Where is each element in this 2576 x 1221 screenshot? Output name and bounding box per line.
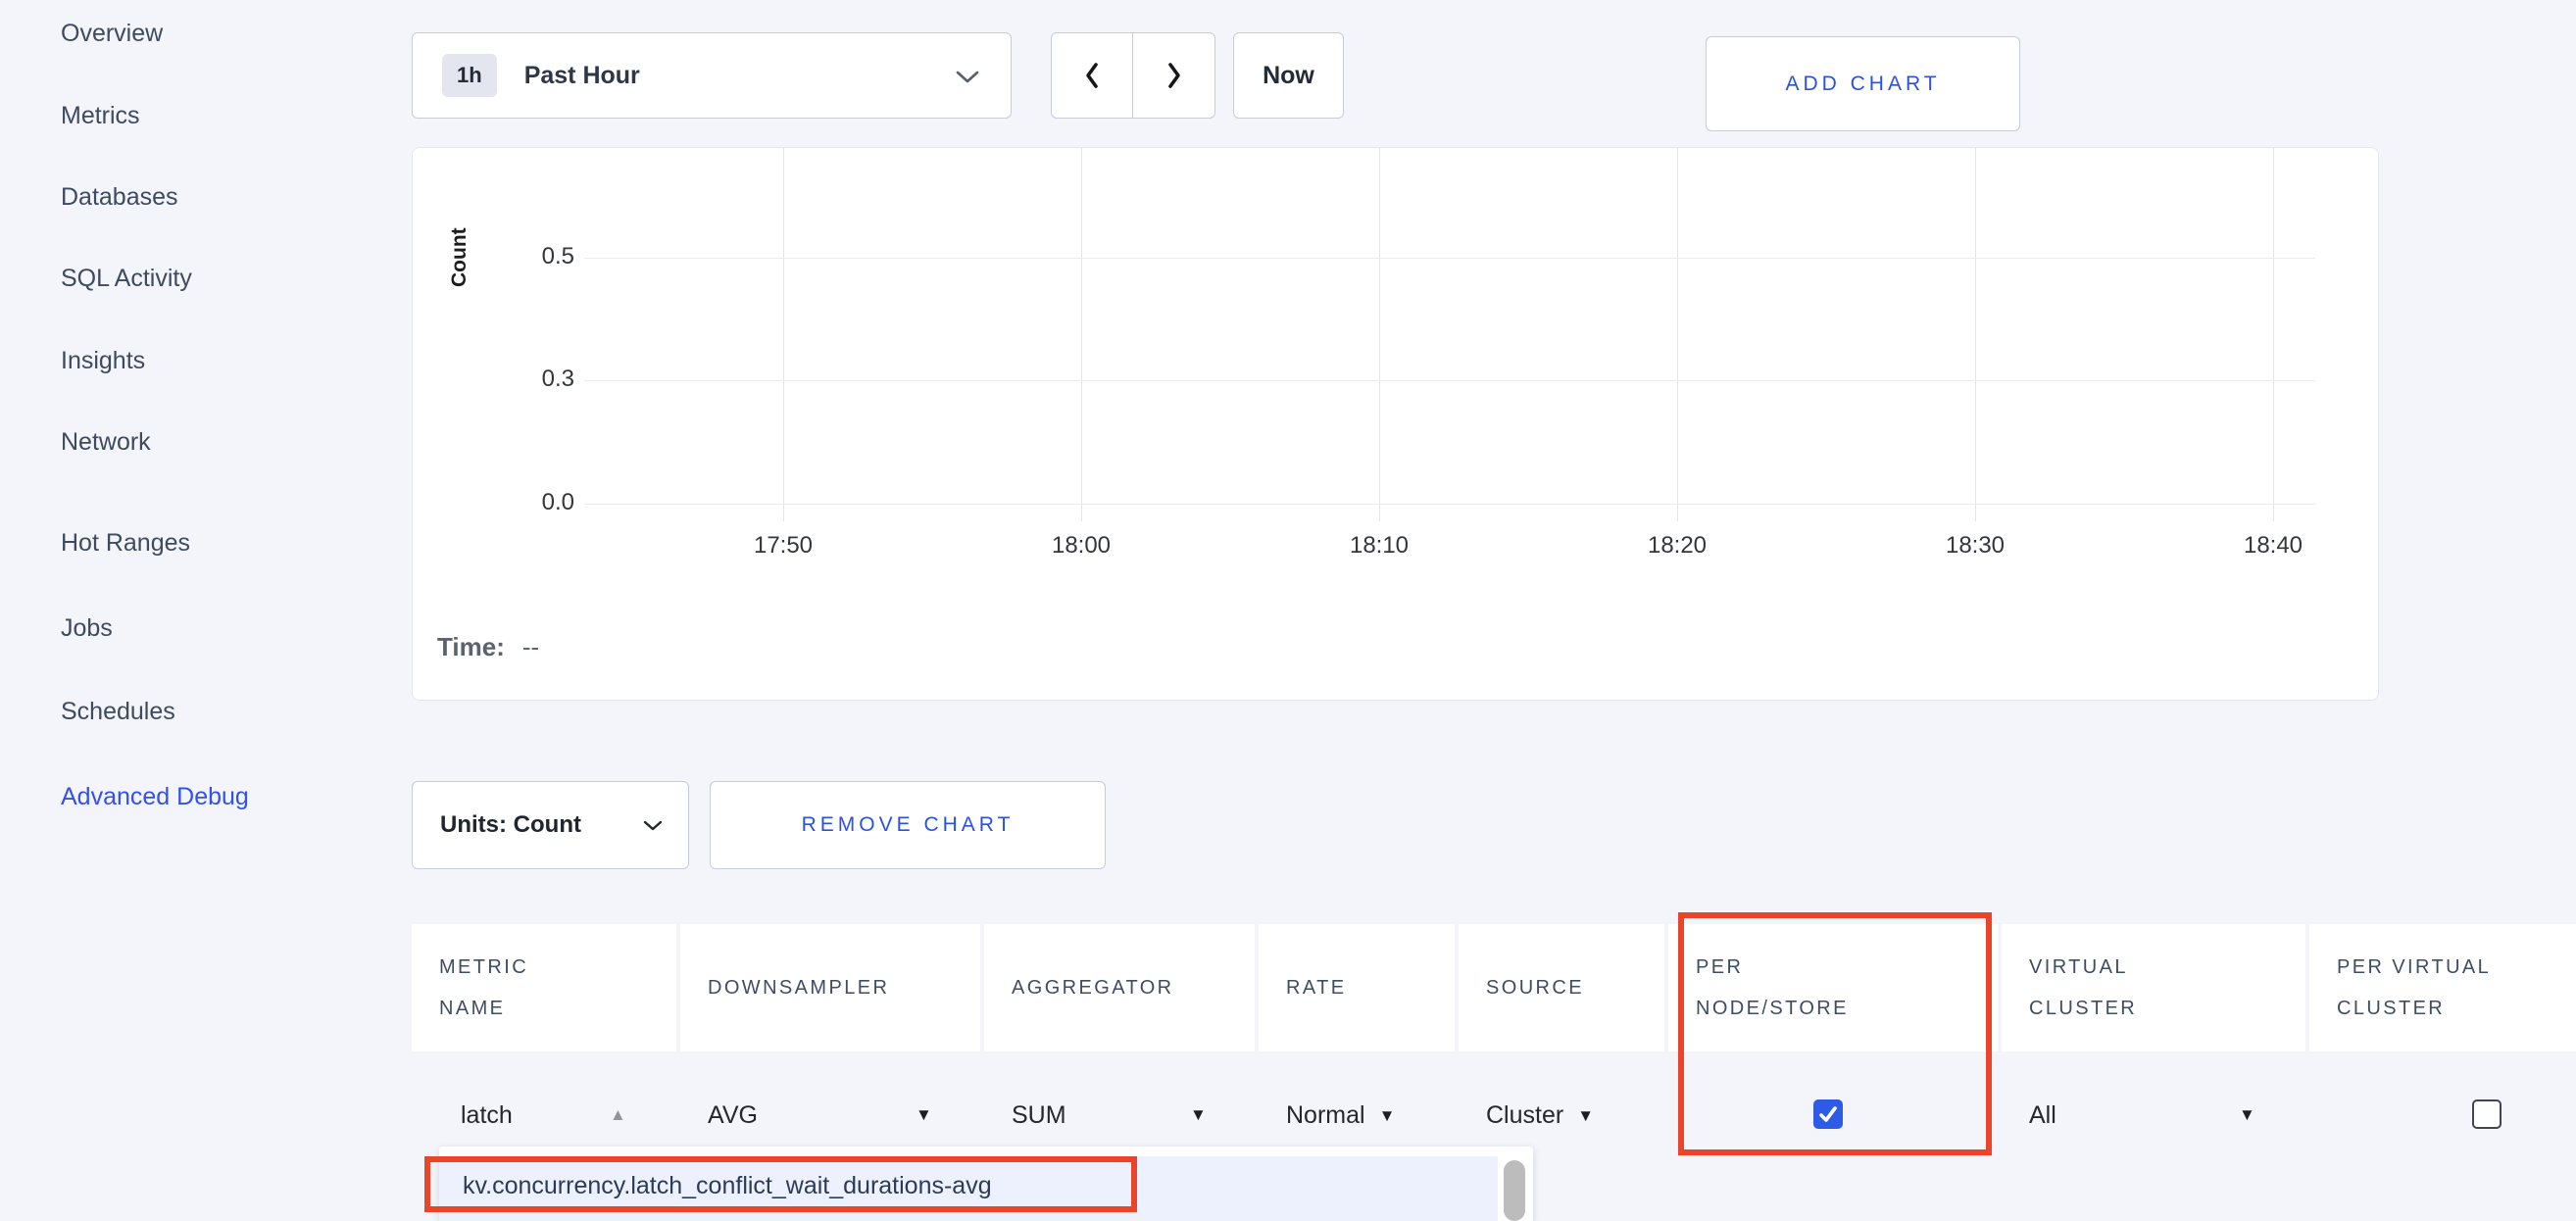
column-header-label: AGGREGATOR bbox=[1012, 967, 1174, 1008]
y-axis-label: Count bbox=[440, 199, 479, 317]
column-header-label: SOURCE bbox=[1486, 967, 1584, 1008]
sidebar-item-sql-activity[interactable]: SQL Activity bbox=[61, 265, 192, 293]
time-range-label: Past Hour bbox=[524, 62, 640, 90]
hover-time-readout: Time: -- bbox=[437, 632, 539, 662]
column-header-label: RATE bbox=[1286, 967, 1346, 1008]
triangle-down-icon[interactable]: ▼ bbox=[916, 1105, 932, 1125]
chevron-down-icon bbox=[956, 71, 979, 84]
units-selector[interactable]: Units: Count bbox=[412, 781, 689, 869]
gridline bbox=[584, 380, 2315, 381]
gridline bbox=[1677, 148, 1678, 521]
remove-chart-button[interactable]: REMOVE CHART bbox=[710, 781, 1106, 869]
sidebar-item-schedules[interactable]: Schedules bbox=[61, 698, 175, 726]
y-tick: 0.5 bbox=[506, 243, 574, 270]
gridline bbox=[1975, 148, 1976, 521]
triangle-up-icon[interactable]: ▲ bbox=[610, 1105, 626, 1125]
triangle-down-icon: ▼ bbox=[1379, 1106, 1396, 1126]
x-tick: 17:50 bbox=[715, 532, 852, 560]
column-header-per-virtual-cluster: PER VIRTUAL CLUSTER bbox=[2309, 924, 2576, 1051]
column-header-label: PER VIRTUAL CLUSTER bbox=[2337, 947, 2491, 1029]
triangle-down-icon[interactable]: ▼ bbox=[2239, 1105, 2255, 1125]
column-header-virtual-cluster: VIRTUAL CLUSTER bbox=[2002, 924, 2305, 1051]
metric-suggestions-dropdown: kv.concurrency.latch_conflict_wait_durat… bbox=[439, 1147, 1533, 1221]
metric-name-input[interactable]: latch bbox=[461, 1101, 513, 1130]
sidebar-item-overview[interactable]: Overview bbox=[61, 20, 163, 48]
column-header-label: VIRTUAL CLUSTER bbox=[2029, 947, 2137, 1029]
sidebar-item-databases[interactable]: Databases bbox=[61, 183, 178, 212]
x-tick: 18:00 bbox=[1013, 532, 1150, 560]
next-range-button[interactable] bbox=[1133, 32, 1215, 119]
gridline bbox=[584, 504, 2315, 505]
column-header-per-node-store: PER NODE/STORE bbox=[1668, 924, 1998, 1051]
column-header-source: SOURCE bbox=[1459, 924, 1664, 1051]
gridline bbox=[2273, 148, 2274, 521]
time-label: Time: bbox=[437, 632, 505, 662]
y-tick: 0.3 bbox=[506, 366, 574, 393]
sidebar-item-hot-ranges[interactable]: Hot Ranges bbox=[61, 529, 190, 558]
gridline bbox=[1081, 148, 1082, 521]
gridline bbox=[584, 258, 2315, 259]
x-tick: 18:30 bbox=[1907, 532, 2044, 560]
x-tick: 18:20 bbox=[1609, 532, 1746, 560]
time-value: -- bbox=[522, 632, 539, 662]
source-select[interactable]: Cluster ▼ bbox=[1486, 1101, 1594, 1130]
column-header-rate: RATE bbox=[1259, 924, 1455, 1051]
aggregator-select[interactable]: SUM bbox=[1012, 1101, 1066, 1130]
time-step-buttons bbox=[1051, 32, 1215, 119]
chevron-down-icon bbox=[643, 820, 663, 832]
x-tick: 18:40 bbox=[2204, 532, 2342, 560]
rate-value: Normal bbox=[1286, 1101, 1365, 1130]
column-header-downsampler: DOWNSAMPLER bbox=[680, 924, 980, 1051]
previous-range-button[interactable] bbox=[1051, 32, 1133, 119]
per-virtual-cluster-checkbox[interactable] bbox=[2472, 1099, 2502, 1129]
column-header-label: DOWNSAMPLER bbox=[708, 967, 889, 1008]
sidebar-item-metrics[interactable]: Metrics bbox=[61, 102, 140, 130]
time-range-badge: 1h bbox=[442, 54, 497, 97]
advanced-debug-custom-chart-page: Overview Metrics Databases SQL Activity … bbox=[0, 0, 2576, 1221]
column-header-label: METRIC NAME bbox=[439, 947, 528, 1029]
sidebar-item-insights[interactable]: Insights bbox=[61, 347, 145, 375]
virtual-cluster-select[interactable]: All bbox=[2029, 1101, 2056, 1130]
y-tick: 0.0 bbox=[506, 489, 574, 516]
triangle-down-icon[interactable]: ▼ bbox=[1190, 1105, 1207, 1125]
now-button[interactable]: Now bbox=[1233, 32, 1344, 119]
sidebar-item-jobs[interactable]: Jobs bbox=[61, 614, 113, 643]
column-header-metric-name: METRIC NAME bbox=[412, 924, 676, 1051]
chart-panel: Count 0.5 0.3 0.0 17:50 18:00 18:10 18:2… bbox=[412, 147, 2379, 701]
units-label: Units: Count bbox=[440, 811, 581, 839]
triangle-down-icon: ▼ bbox=[1577, 1106, 1594, 1126]
dropdown-scrollbar[interactable] bbox=[1504, 1160, 1525, 1221]
gridline bbox=[783, 148, 784, 521]
source-value: Cluster bbox=[1486, 1101, 1563, 1130]
metric-suggestion-item[interactable]: kv.concurrency.latch_conflict_wait_durat… bbox=[439, 1156, 1498, 1221]
x-tick: 18:10 bbox=[1311, 532, 1448, 560]
gridline bbox=[1379, 148, 1380, 521]
add-chart-button[interactable]: ADD CHART bbox=[1706, 36, 2020, 131]
column-header-aggregator: AGGREGATOR bbox=[984, 924, 1255, 1051]
checkmark-icon bbox=[1817, 1103, 1839, 1125]
rate-select[interactable]: Normal ▼ bbox=[1286, 1101, 1395, 1130]
sidebar-item-advanced-debug[interactable]: Advanced Debug bbox=[61, 783, 249, 811]
per-node-store-checkbox[interactable] bbox=[1813, 1099, 1843, 1129]
time-range-selector[interactable]: 1h Past Hour bbox=[412, 32, 1012, 119]
sidebar-item-network[interactable]: Network bbox=[61, 428, 151, 457]
downsampler-select[interactable]: AVG bbox=[708, 1101, 758, 1130]
column-header-label: PER NODE/STORE bbox=[1696, 947, 1849, 1029]
